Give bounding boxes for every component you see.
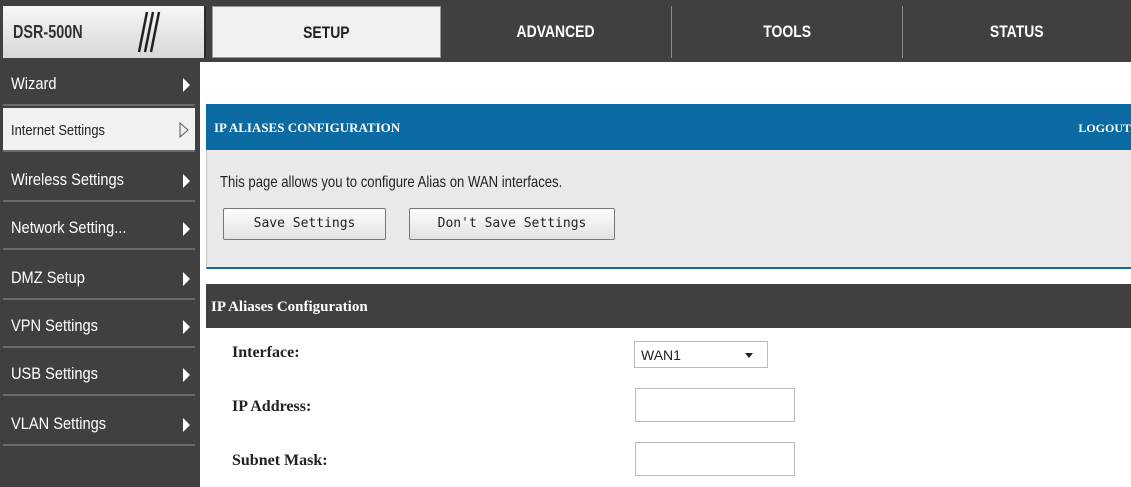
subnet-mask-input[interactable] (635, 442, 795, 476)
sidebar-item-network-settings[interactable]: Network Setting... (3, 206, 195, 250)
chevron-right-icon (183, 418, 190, 432)
tab-status[interactable]: STATUS (903, 6, 1131, 58)
section-header: IP Aliases Configuration (206, 284, 1131, 328)
chevron-right-icon (183, 78, 190, 92)
logo-slashes-icon (137, 11, 161, 53)
interface-select[interactable]: WAN1 (634, 341, 768, 368)
ip-address-label: IP Address: (232, 398, 312, 415)
chevron-right-icon (183, 368, 190, 382)
logo: DSR-500N (3, 6, 206, 58)
sidebar-item-label: Wireless Settings (11, 170, 124, 189)
dont-save-settings-button[interactable]: Don't Save Settings (409, 208, 615, 240)
sidebar-item-internet-settings[interactable]: Internet Settings (3, 108, 195, 152)
sidebar-item-vpn-settings[interactable]: VPN Settings (3, 304, 195, 348)
sidebar-item-label: USB Settings (11, 364, 98, 383)
sidebar-item-label: Network Setting... (11, 218, 127, 237)
sidebar-item-label: VPN Settings (11, 316, 98, 335)
sidebar-item-usb-settings[interactable]: USB Settings (3, 352, 195, 396)
sidebar-item-label: Internet Settings (11, 122, 105, 139)
panel-header: IP ALIASES CONFIGURATION LOGOUT (206, 104, 1131, 150)
logo-text: DSR-500N (13, 22, 83, 42)
caret-down-icon (745, 353, 753, 358)
sidebar-item-vlan-settings[interactable]: VLAN Settings (3, 402, 195, 446)
sidebar-item-label: DMZ Setup (11, 268, 85, 287)
tab-setup[interactable]: SETUP (212, 6, 441, 58)
chevron-right-outline-icon (179, 122, 189, 138)
logout-link[interactable]: LOGOUT (1078, 121, 1131, 136)
page-description: This page allows you to configure Alias … (220, 174, 563, 191)
chevron-right-icon (183, 272, 190, 286)
sidebar-item-wireless-settings[interactable]: Wireless Settings (3, 158, 195, 202)
interface-label: Interface: (232, 344, 300, 361)
sidebar-item-label: Wizard (11, 74, 57, 93)
sidebar-item-dmz-setup[interactable]: DMZ Setup (3, 256, 195, 300)
main-tabs: SETUP ADVANCED TOOLS STATUS (212, 6, 1131, 58)
top-bar: DSR-500N SETUP ADVANCED TOOLS STATUS (0, 0, 1131, 62)
sidebar: Wizard Internet Settings Wireless Settin… (0, 62, 200, 487)
ip-address-input[interactable] (635, 388, 795, 422)
tab-advanced[interactable]: ADVANCED (441, 6, 671, 58)
chevron-right-icon (183, 174, 190, 188)
save-settings-button[interactable]: Save Settings (223, 208, 386, 240)
sidebar-item-wizard[interactable]: Wizard (3, 62, 195, 106)
tab-tools[interactable]: TOOLS (672, 6, 902, 58)
subnet-mask-label: Subnet Mask: (232, 452, 328, 469)
chevron-right-icon (183, 320, 190, 334)
sidebar-item-label: VLAN Settings (11, 414, 107, 433)
section-title: IP Aliases Configuration (211, 299, 368, 315)
panel-body: This page allows you to configure Alias … (206, 150, 1131, 269)
chevron-right-icon (183, 222, 190, 236)
interface-select-value: WAN1 (641, 347, 681, 363)
page-title: IP ALIASES CONFIGURATION (214, 120, 401, 135)
